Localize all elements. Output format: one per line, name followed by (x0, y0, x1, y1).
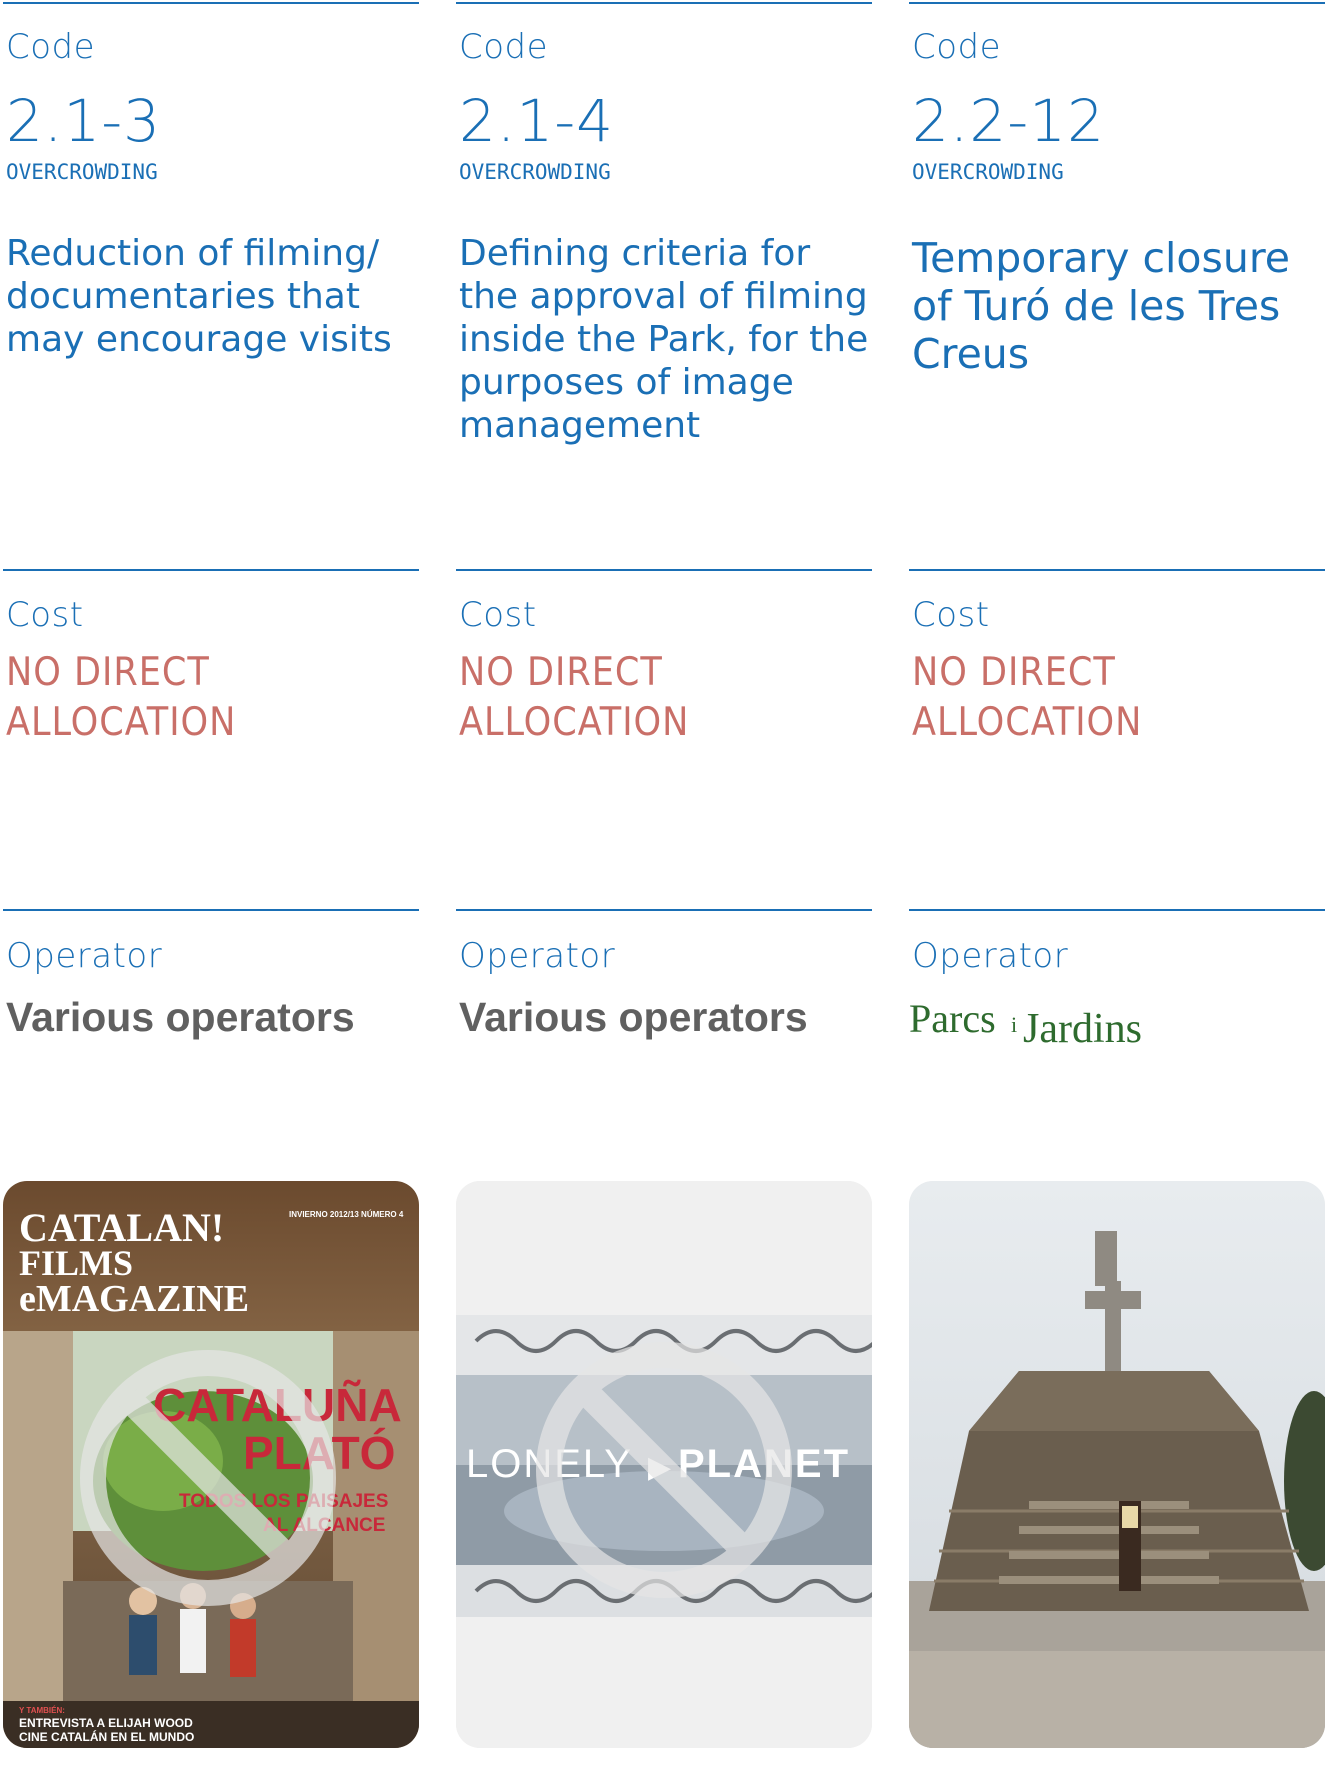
divider (3, 909, 419, 911)
footer-line-2: CINE CATALÁN EN EL MUNDO (19, 1729, 194, 1744)
issue-text: INVIERNO 2012/13 NÚMERO 4 (289, 1210, 404, 1219)
cost-value: NO DIRECT ALLOCATION (6, 650, 237, 745)
measure-category: OVERCROWDING (459, 160, 611, 184)
divider (909, 569, 1325, 571)
divider (909, 2, 1325, 4)
measure-category: OVERCROWDING (6, 160, 158, 184)
video-still-image: LONELY ▶ PLANET (456, 1181, 872, 1748)
cost-label: Cost (912, 595, 990, 635)
monument-photo (909, 1181, 1325, 1748)
measure-code: 2.2-12 (912, 87, 1105, 155)
svg-text:Jardins: Jardins (1023, 1006, 1142, 1052)
magazine-cover-image: CATALAN! FILMS eMAGAZINE INVIERNO 2012/1… (3, 1181, 419, 1748)
cost-label: Cost (6, 595, 84, 635)
divider (456, 2, 872, 4)
divider (3, 2, 419, 4)
cost-value: NO DIRECT ALLOCATION (912, 650, 1143, 745)
code-label: Code (459, 27, 549, 67)
measure-code: 2.1-4 (459, 87, 615, 155)
measure-code: 2.1-3 (6, 87, 162, 155)
divider (456, 569, 872, 571)
measure-title: Temporary closure of Turó de les Tres Cr… (912, 234, 1291, 378)
cost-value: NO DIRECT ALLOCATION (459, 650, 690, 745)
parcs-i-jardins-logo: Parcs i Jardins (909, 996, 1142, 1052)
svg-text:i: i (1011, 1012, 1017, 1037)
divider (909, 909, 1325, 911)
measure-title: Reduction of filming/ documentaries that… (6, 233, 392, 360)
operator-label: Operator (6, 936, 163, 976)
divider (3, 569, 419, 571)
operator-name: Various operators (6, 994, 355, 1040)
measure-title: Defining criteria for the approval of fi… (459, 233, 869, 446)
footer-tag: Y TAMBIÉN: (19, 1706, 65, 1715)
svg-text:Parcs: Parcs (909, 996, 996, 1041)
footer-line-1: ENTREVISTA A ELIJAH WOOD (19, 1716, 193, 1730)
operator-label: Operator (459, 936, 616, 976)
code-label: Code (6, 27, 96, 67)
operator-name: Various operators (459, 994, 808, 1040)
operator-label: Operator (912, 936, 1069, 976)
divider (456, 909, 872, 911)
masthead-line-3: eMAGAZINE (19, 1278, 249, 1320)
measure-category: OVERCROWDING (912, 160, 1064, 184)
cost-label: Cost (459, 595, 537, 635)
code-label: Code (912, 27, 1002, 67)
masthead-line-2: FILMS (19, 1243, 133, 1283)
